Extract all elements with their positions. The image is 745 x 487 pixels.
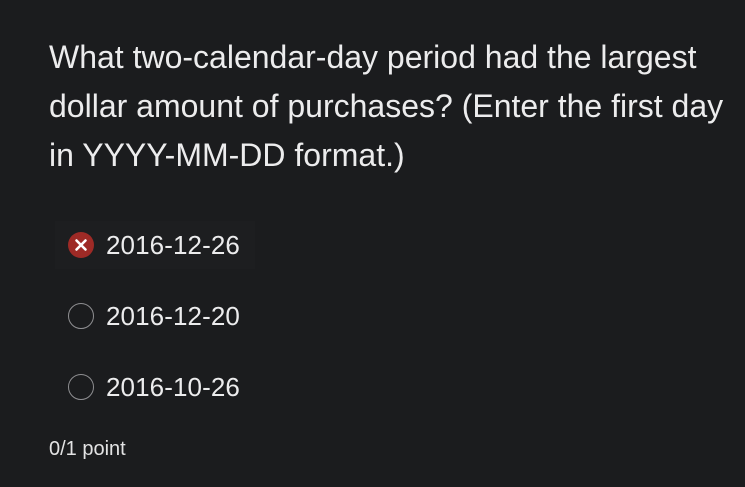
radio-empty-icon[interactable] (68, 303, 94, 329)
option-2016-12-20[interactable]: 2016-12-20 (55, 292, 255, 340)
option-label: 2016-12-20 (106, 300, 240, 331)
question-text: What two-calendar-day period had the lar… (49, 39, 724, 173)
score-text: 0/1 point (49, 438, 126, 460)
option-2016-10-26[interactable]: 2016-10-26 (55, 363, 255, 411)
option-label: 2016-12-26 (106, 229, 240, 260)
option-label: 2016-10-26 (106, 371, 240, 402)
option-2016-12-26[interactable]: 2016-12-26 (55, 221, 255, 269)
answer-options: 2016-12-26 2016-12-20 2016-10-26 (55, 221, 255, 434)
incorrect-x-icon (68, 232, 94, 258)
radio-empty-icon[interactable] (68, 374, 94, 400)
